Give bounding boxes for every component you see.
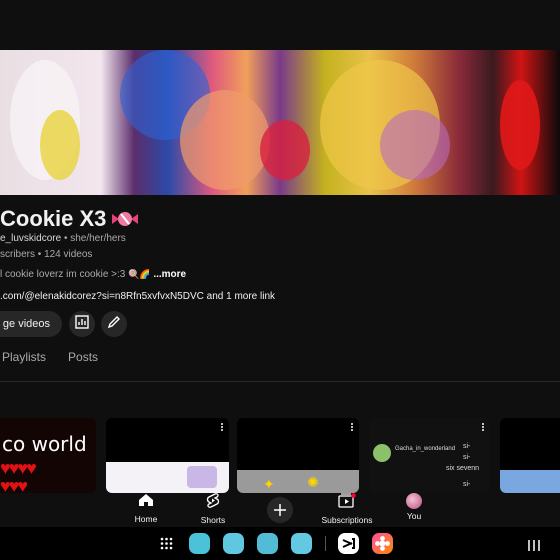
tab-posts[interactable]: Posts bbox=[68, 350, 98, 380]
bottom-navigation: Home Shorts Subscriptions You bbox=[0, 493, 560, 527]
more-links[interactable]: and 1 more link bbox=[207, 291, 275, 302]
thumbnail-text: co world bbox=[2, 432, 87, 456]
thumbnail-title: Gacha_in_wonderland bbox=[395, 446, 456, 452]
app-icon[interactable] bbox=[257, 533, 278, 554]
video-thumbnail[interactable]: co world ♥♥♥♥ ♥♥♥ bbox=[0, 418, 96, 493]
recent-apps-icon[interactable] bbox=[528, 538, 540, 556]
thumbnail-image bbox=[237, 470, 359, 493]
manage-videos-label: ge videos bbox=[2, 318, 50, 330]
thumbnail-figure bbox=[187, 466, 217, 488]
thumbnail-text: si- bbox=[463, 454, 471, 461]
capcut-icon[interactable] bbox=[338, 533, 359, 554]
nav-you[interactable]: You bbox=[379, 493, 449, 527]
lollipop-icon: 🍭🌈 bbox=[128, 269, 151, 279]
description-text: l cookie loverz im cookie >:3 bbox=[0, 269, 126, 280]
candy-icon bbox=[112, 211, 139, 227]
channel-pronouns: she/her/hers bbox=[70, 233, 126, 244]
nav-create[interactable] bbox=[245, 493, 315, 527]
nav-home-label: Home bbox=[134, 514, 158, 524]
nav-shorts-label: Shorts bbox=[200, 515, 226, 525]
flower-app-icon[interactable] bbox=[372, 533, 393, 554]
description-more-link[interactable]: ...more bbox=[153, 269, 186, 280]
system-dock bbox=[0, 527, 560, 560]
channel-title-row: Cookie X3 bbox=[0, 203, 139, 235]
subscriptions-icon bbox=[338, 493, 356, 513]
manage-videos-button[interactable]: ge videos bbox=[0, 311, 62, 337]
thumbnail-text: six sevenn bbox=[446, 465, 480, 472]
more-options-icon[interactable] bbox=[481, 422, 485, 432]
plus-icon bbox=[267, 497, 293, 523]
channel-handle-line: e_luvskidcore • she/her/hers bbox=[0, 233, 126, 244]
app-icon[interactable] bbox=[291, 533, 312, 554]
nav-subscriptions[interactable]: Subscriptions bbox=[312, 493, 382, 527]
edit-button[interactable] bbox=[101, 311, 127, 337]
channel-name: Cookie X3 bbox=[0, 206, 107, 231]
star-icon: ✦ bbox=[263, 476, 275, 492]
video-thumbnail[interactable]: ✦ ✺ bbox=[237, 418, 359, 493]
channel-link[interactable]: .com/@elenakidcorez?si=n8Rfn5xvfvxN5DVC bbox=[0, 291, 204, 302]
channel-stats: scribers • 124 videos bbox=[0, 249, 93, 260]
channel-description[interactable]: l cookie loverz im cookie >:3 🍭🌈 ...more bbox=[0, 269, 186, 280]
app-drawer-icon[interactable] bbox=[160, 537, 173, 555]
tabs-divider bbox=[0, 381, 560, 382]
dock-divider bbox=[325, 536, 326, 551]
pencil-icon bbox=[107, 315, 121, 334]
nav-you-label: You bbox=[406, 511, 422, 521]
thumbnail-text: si- bbox=[463, 443, 471, 450]
thumbnail-image bbox=[500, 470, 560, 493]
tab-playlists[interactable]: Playlists bbox=[2, 350, 46, 380]
video-thumbnail[interactable] bbox=[106, 418, 229, 493]
app-icon[interactable] bbox=[189, 533, 210, 554]
analytics-icon bbox=[75, 314, 89, 334]
channel-handle: e_luvskidcore bbox=[0, 233, 62, 244]
channel-banner bbox=[0, 50, 560, 195]
channel-tabs: Playlists Posts bbox=[0, 350, 98, 380]
hearts-icon: ♥♥♥ bbox=[0, 476, 28, 493]
star-icon: ✺ bbox=[307, 474, 319, 490]
shorts-icon bbox=[206, 493, 220, 513]
video-thumbnail[interactable] bbox=[500, 418, 560, 493]
analytics-button[interactable] bbox=[69, 311, 95, 337]
status-bar bbox=[0, 0, 560, 50]
thumbnail-text: si- bbox=[463, 481, 471, 488]
nav-shorts[interactable]: Shorts bbox=[178, 493, 248, 527]
more-options-icon[interactable] bbox=[350, 422, 354, 432]
more-options-icon[interactable] bbox=[220, 422, 224, 432]
nav-subscriptions-label: Subscriptions bbox=[321, 515, 373, 525]
video-thumbnail[interactable]: Gacha_in_wonderland si- six sevenn si- s… bbox=[369, 418, 490, 493]
channel-links[interactable]: .com/@elenakidcorez?si=n8Rfn5xvfvxN5DVC … bbox=[0, 291, 275, 302]
home-icon bbox=[138, 493, 154, 512]
avatar bbox=[406, 493, 422, 509]
app-icon[interactable] bbox=[223, 533, 244, 554]
avatar bbox=[373, 444, 391, 462]
nav-home[interactable]: Home bbox=[111, 493, 181, 527]
